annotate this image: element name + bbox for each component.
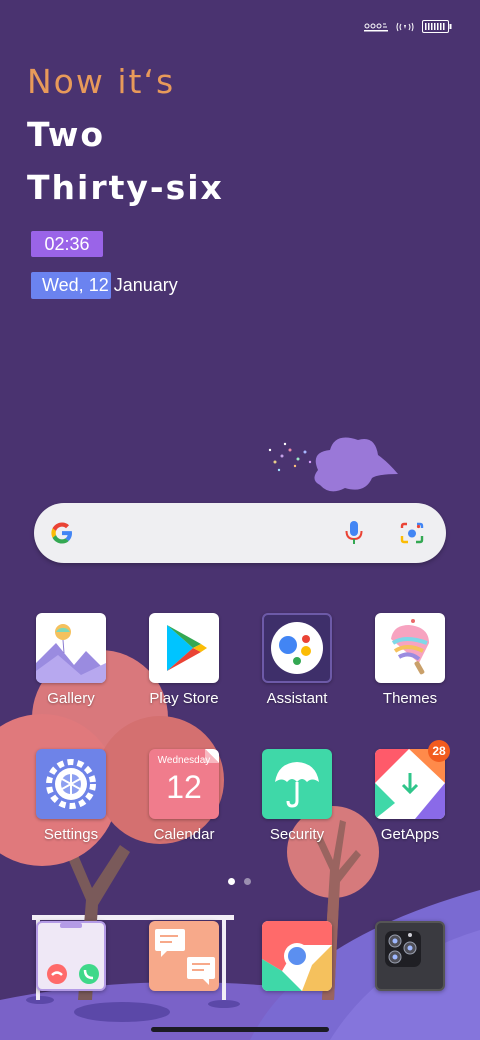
app-calendar[interactable]: Wednesday 12 Calendar (129, 749, 239, 843)
assistant-icon (262, 613, 332, 683)
lens-icon[interactable] (399, 521, 425, 545)
security-icon (262, 749, 332, 819)
clock-line-now: Now it‘s (27, 62, 176, 101)
chrome-icon (262, 921, 332, 991)
gallery-icon (36, 613, 106, 683)
themes-icon (375, 613, 445, 683)
signal-icon (396, 22, 414, 31)
dock-messages[interactable] (149, 921, 219, 991)
app-play-store[interactable]: Play Store (129, 613, 239, 707)
date-text: Wed, 12 January (42, 275, 178, 295)
app-label: Themes (382, 690, 438, 707)
play-store-icon (149, 613, 219, 683)
app-label: Security (269, 826, 325, 843)
wifi-hotspot-icon (364, 23, 388, 31)
calendar-day: 12 (166, 769, 202, 805)
phone-icon (47, 923, 99, 984)
google-search-bar[interactable] (34, 503, 446, 563)
messages-icon (155, 929, 215, 985)
app-assistant[interactable]: Assistant (242, 613, 352, 707)
app-label: Settings (43, 826, 99, 843)
app-label: Gallery (47, 690, 95, 707)
home-screen: Now it‘s Two Thirty-six 02:36 Wed, 12 Ja… (0, 0, 480, 1040)
dock-camera[interactable] (375, 921, 445, 991)
app-label: Play Store (149, 690, 219, 707)
settings-icon (36, 749, 106, 819)
google-g-icon (51, 522, 72, 544)
time-chip: 02:36 (31, 231, 103, 257)
battery-icon (422, 20, 452, 33)
cloud-decoration (268, 437, 398, 492)
app-label: Assistant (266, 690, 328, 707)
page-dot[interactable] (244, 878, 251, 885)
app-getapps[interactable]: GetApps (355, 749, 465, 843)
gesture-home-bar[interactable] (151, 1027, 329, 1032)
date-row: Wed, 12 January (31, 272, 178, 299)
app-themes[interactable]: Themes (355, 613, 465, 707)
app-security[interactable]: Security (242, 749, 352, 843)
calendar-icon: Wednesday 12 (149, 749, 219, 819)
status-bar (364, 20, 452, 33)
dock-chrome[interactable] (262, 921, 332, 991)
notification-badge: 28 (428, 740, 450, 762)
dock-phone[interactable] (36, 921, 106, 991)
mic-icon[interactable] (344, 520, 364, 546)
app-label: Calendar (153, 826, 215, 843)
page-dot-active[interactable] (228, 878, 235, 885)
camera-icon (385, 931, 421, 967)
app-gallery[interactable]: Gallery (16, 613, 126, 707)
clock-line-hour: Two (27, 115, 106, 154)
clock-widget[interactable]: Now it‘s Two Thirty-six (27, 62, 224, 207)
clock-line-minute: Thirty-six (27, 168, 224, 207)
page-indicator[interactable] (228, 878, 251, 885)
app-label: GetApps (380, 826, 440, 843)
calendar-weekday: Wednesday (157, 755, 211, 766)
app-settings[interactable]: Settings (16, 749, 126, 843)
